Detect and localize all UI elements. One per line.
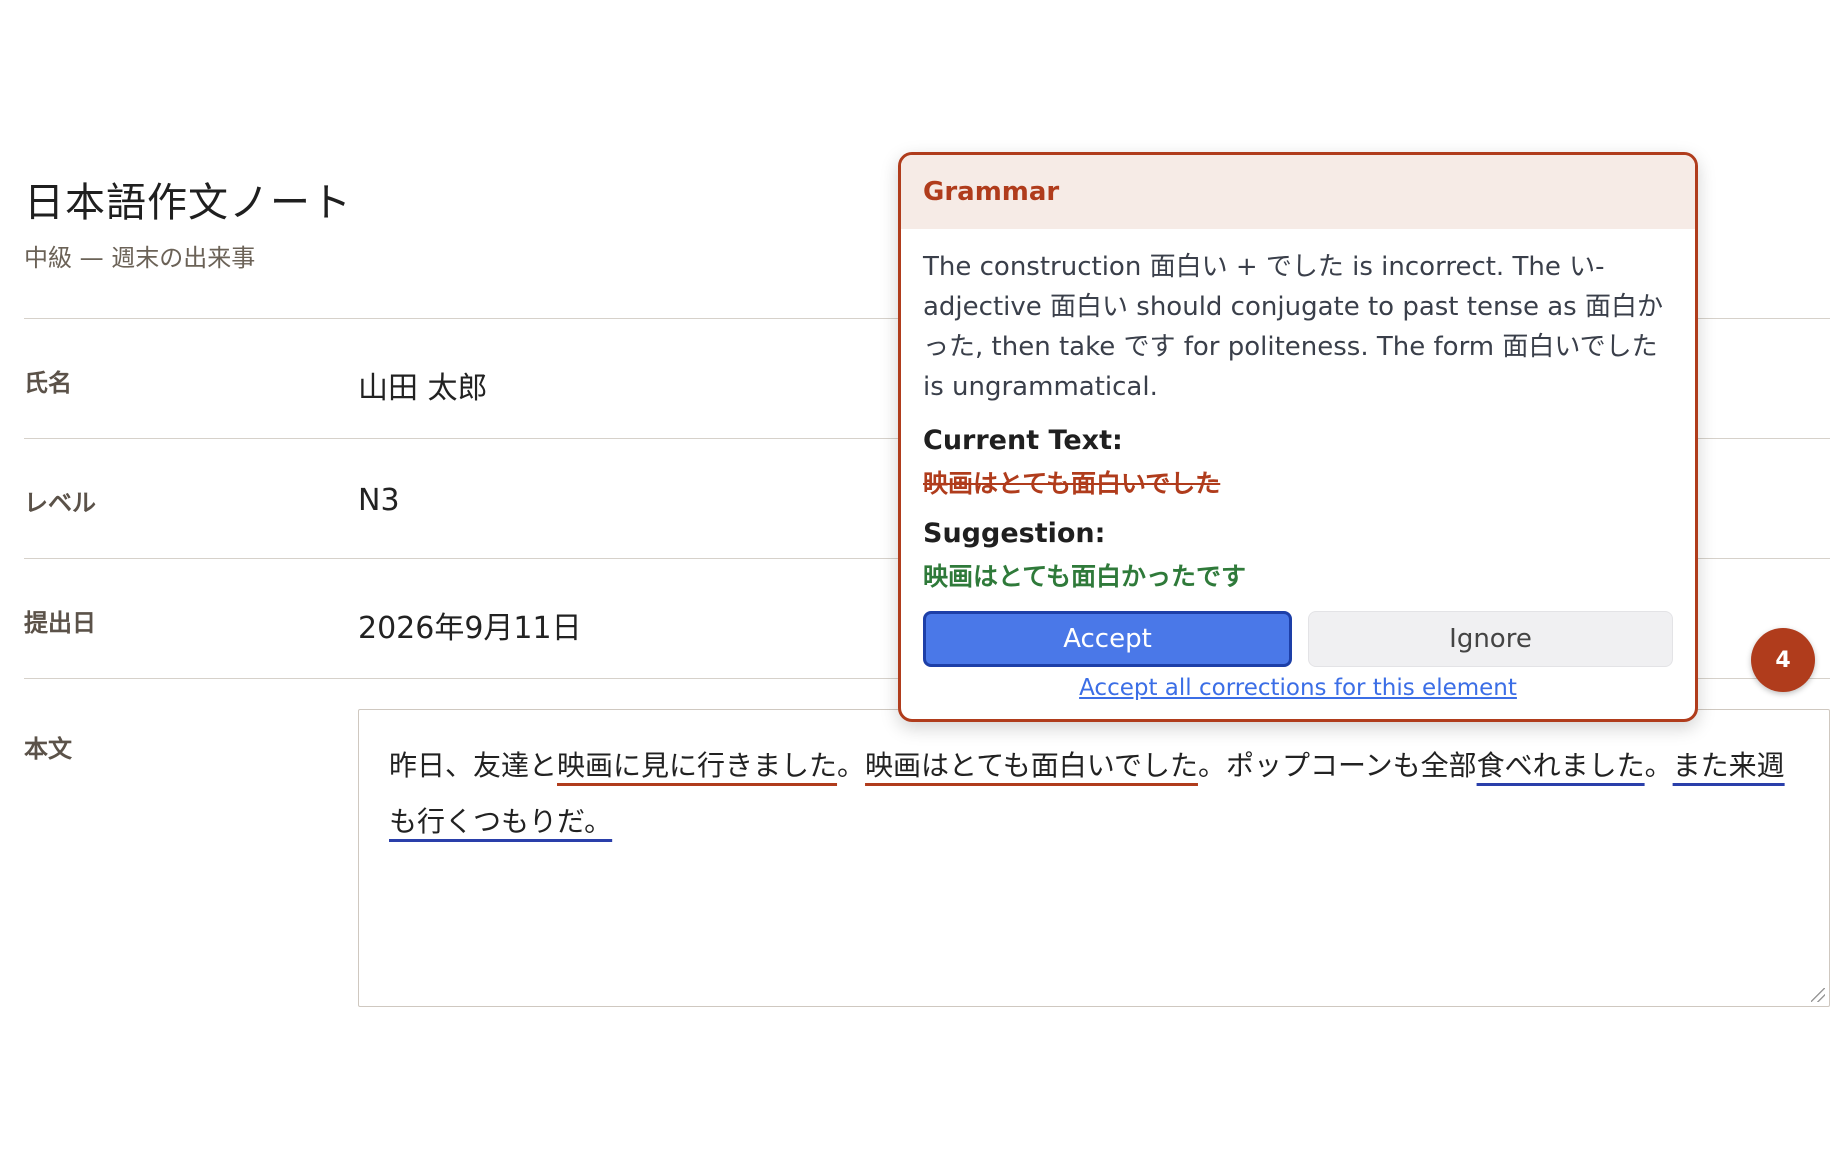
date-value: 2026年9月11日 <box>358 611 582 646</box>
popup-actions: Accept Ignore <box>923 611 1673 667</box>
current-text-value: 映画はとても面白いでした <box>923 469 1221 498</box>
level-value: N3 <box>358 483 400 518</box>
text-segment: 。ポップコーンも全部 <box>1197 749 1477 782</box>
form-row-body: 本文 昨日、友達と映画に見に行きました。映画はとても面白いでした。ポップコーンも… <box>24 678 1830 1019</box>
page-title: 日本語作文ノート <box>24 180 352 226</box>
text-segment: 昨日、友達と <box>389 749 558 782</box>
popup-body: The construction 面白い + でした is incorrect.… <box>901 229 1695 701</box>
style-issue-highlight[interactable]: 食べれました <box>1477 749 1645 782</box>
suggestion-value: 映画はとても面白かったです <box>923 562 1247 591</box>
page: 日本語作文ノート 中級 — 週末の出来事 氏名 山田 太郎 レベル N3 提出日… <box>0 0 1848 1155</box>
essay-textarea[interactable]: 昨日、友達と映画に見に行きました。映画はとても面白いでした。ポップコーンも全部食… <box>358 709 1830 1007</box>
popup-category: Grammar <box>901 155 1695 229</box>
accept-all-link[interactable]: Accept all corrections for this element <box>923 675 1673 701</box>
grammar-error-highlight[interactable]: 映画に見に行きました <box>557 749 837 782</box>
text-segment: 。 <box>1644 749 1673 782</box>
issue-count-badge[interactable]: 4 <box>1751 628 1815 692</box>
level-label: レベル <box>24 489 96 517</box>
ignore-button[interactable]: Ignore <box>1308 611 1673 667</box>
resize-handle[interactable] <box>1811 988 1825 1002</box>
name-label: 氏名 <box>24 369 72 397</box>
accept-button[interactable]: Accept <box>923 611 1292 667</box>
date-label: 提出日 <box>24 609 96 637</box>
grammar-error-highlight-active[interactable]: 映画はとても面白いでした <box>865 749 1198 782</box>
grammar-suggestion-popup: Grammar The construction 面白い + でした is in… <box>898 152 1698 722</box>
current-text-label: Current Text: <box>923 425 1123 456</box>
text-segment: 。 <box>837 749 866 782</box>
popup-message: The construction 面白い + でした is incorrect.… <box>923 252 1663 402</box>
body-label: 本文 <box>24 735 72 763</box>
suggestion-label: Suggestion: <box>923 518 1106 549</box>
name-value: 山田 太郎 <box>358 371 488 406</box>
page-subtitle: 中級 — 週末の出来事 <box>24 244 256 272</box>
